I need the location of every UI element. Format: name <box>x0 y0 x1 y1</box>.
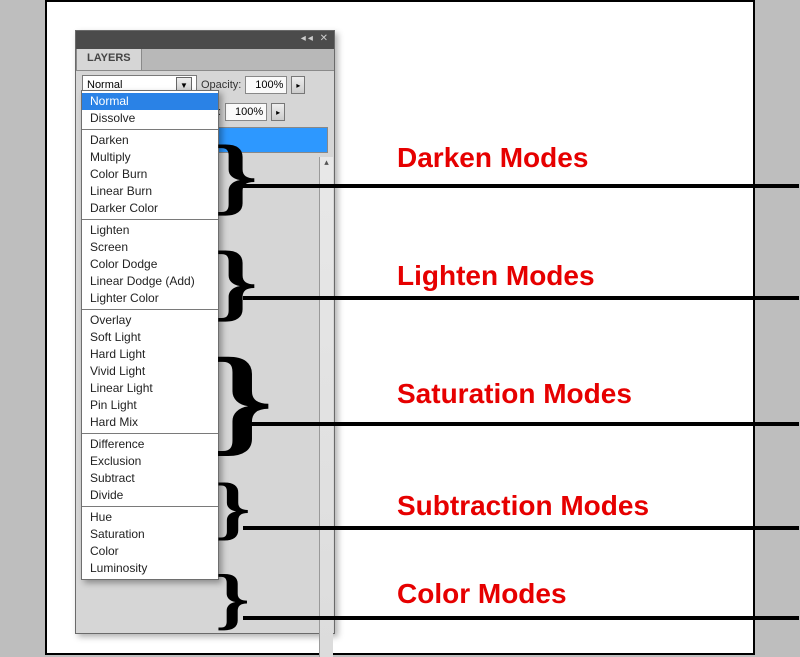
bracket-icon: } <box>214 238 258 324</box>
blend-option-hue[interactable]: Hue <box>82 509 218 526</box>
annotation-label: Subtraction Modes <box>397 490 649 522</box>
blend-option-hard-light[interactable]: Hard Light <box>82 346 218 363</box>
blend-option-lighten[interactable]: Lighten <box>82 222 218 239</box>
blend-option-linear-burn[interactable]: Linear Burn <box>82 183 218 200</box>
blend-option-linear-light[interactable]: Linear Light <box>82 380 218 397</box>
panel-controls-icon[interactable]: ◂◂ ✕ <box>301 33 330 44</box>
scrollbar[interactable]: ▴ <box>319 157 333 657</box>
blend-option-lighter-color[interactable]: Lighter Color <box>82 290 218 307</box>
tab-layers[interactable]: LAYERS <box>76 48 142 70</box>
annotation-line <box>243 526 799 530</box>
annotation-line <box>243 184 799 188</box>
annotation-label: Saturation Modes <box>397 378 632 410</box>
annotation-label: Color Modes <box>397 578 567 610</box>
annotation-label: Darken Modes <box>397 142 588 174</box>
bracket-icon: } <box>215 474 251 544</box>
blend-option-pin-light[interactable]: Pin Light <box>82 397 218 414</box>
blend-option-multiply[interactable]: Multiply <box>82 149 218 166</box>
annotation-line <box>243 422 799 426</box>
blend-option-dissolve[interactable]: Dissolve <box>82 110 218 127</box>
blend-option-exclusion[interactable]: Exclusion <box>82 453 218 470</box>
blend-mode-list[interactable]: NormalDissolveDarkenMultiplyColor BurnLi… <box>81 90 219 580</box>
fill-field[interactable]: 100% <box>225 103 267 121</box>
blend-option-color[interactable]: Color <box>82 543 218 560</box>
blend-option-saturation[interactable]: Saturation <box>82 526 218 543</box>
fill-stepper[interactable]: ▸ <box>271 103 285 121</box>
page: ◂◂ ✕ LAYERS Normal ▼ Opacity: 100% ▸ Fil… <box>45 0 755 655</box>
panel-titlebar: ◂◂ ✕ <box>76 31 334 49</box>
chevron-up-icon[interactable]: ▴ <box>320 157 333 168</box>
blend-option-screen[interactable]: Screen <box>82 239 218 256</box>
annotation-line <box>243 296 799 300</box>
bracket-icon: } <box>214 132 258 218</box>
blend-option-color-burn[interactable]: Color Burn <box>82 166 218 183</box>
bracket-icon: } <box>215 564 250 632</box>
blend-option-divide[interactable]: Divide <box>82 487 218 504</box>
opacity-field[interactable]: 100% <box>245 76 287 94</box>
annotation-line <box>243 616 799 620</box>
opacity-stepper[interactable]: ▸ <box>291 76 305 94</box>
blend-option-overlay[interactable]: Overlay <box>82 312 218 329</box>
blend-option-luminosity[interactable]: Luminosity <box>82 560 218 577</box>
blend-option-vivid-light[interactable]: Vivid Light <box>82 363 218 380</box>
blend-option-hard-mix[interactable]: Hard Mix <box>82 414 218 431</box>
blend-option-difference[interactable]: Difference <box>82 436 218 453</box>
bracket-icon: } <box>212 340 273 460</box>
blend-option-soft-light[interactable]: Soft Light <box>82 329 218 346</box>
blend-option-subtract[interactable]: Subtract <box>82 470 218 487</box>
blend-option-darken[interactable]: Darken <box>82 132 218 149</box>
blend-option-color-dodge[interactable]: Color Dodge <box>82 256 218 273</box>
annotation-label: Lighten Modes <box>397 260 595 292</box>
blend-option-darker-color[interactable]: Darker Color <box>82 200 218 217</box>
tab-row: LAYERS <box>76 49 334 71</box>
blend-option-normal[interactable]: Normal <box>82 93 218 110</box>
blend-option-linear-dodge-add-[interactable]: Linear Dodge (Add) <box>82 273 218 290</box>
